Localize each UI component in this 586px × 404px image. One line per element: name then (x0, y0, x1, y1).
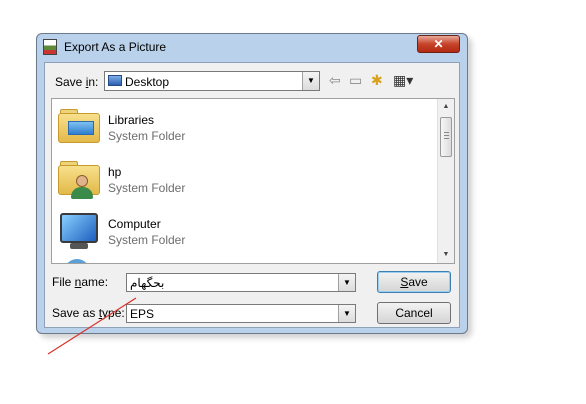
save-as-type-value: EPS (130, 307, 155, 321)
save-in-label: Save in: (55, 75, 99, 89)
list-item[interactable]: Computer System Folder (56, 207, 436, 259)
app-icon (43, 39, 57, 55)
dialog-body: Save in: Desktop ▼ ⇦ ▭ ✱ ▦▾ Libraries Sy… (44, 62, 460, 328)
file-name-value: بحگهام (130, 276, 165, 290)
scroll-up-icon[interactable]: ▲ (438, 99, 454, 115)
cancel-button[interactable]: Cancel (377, 302, 451, 324)
item-name: Libraries (108, 113, 155, 127)
title-bar[interactable]: Export As a Picture ✕ (37, 34, 467, 61)
chevron-down-icon[interactable]: ▼ (302, 72, 319, 90)
save-in-dropdown[interactable]: Desktop ▼ (104, 71, 320, 91)
chevron-down-icon[interactable]: ▼ (338, 305, 355, 322)
chevron-down-icon[interactable]: ▼ (338, 274, 355, 291)
window-title: Export As a Picture (64, 40, 167, 54)
item-type: System Folder (108, 129, 186, 143)
item-name: hp (108, 165, 122, 179)
close-button[interactable]: ✕ (417, 35, 460, 53)
desktop-icon (108, 75, 122, 86)
libraries-icon (56, 107, 102, 147)
list-item[interactable]: hp System Folder (56, 155, 436, 207)
save-button[interactable]: Save (377, 271, 451, 293)
item-type: System Folder (108, 181, 186, 195)
file-list[interactable]: Libraries System Folder hp System Folder… (51, 98, 455, 264)
views-menu-icon[interactable]: ▦▾ (393, 72, 413, 88)
save-in-value: Desktop (125, 75, 170, 89)
back-arrow-icon[interactable]: ⇦ (329, 72, 341, 88)
list-item[interactable]: Libraries System Folder (56, 103, 436, 155)
up-folder-icon[interactable]: ▭ (349, 72, 362, 88)
scroll-down-icon[interactable]: ▼ (438, 247, 454, 263)
vertical-scrollbar[interactable]: ▲ ▼ (437, 99, 454, 263)
network-icon (64, 259, 90, 263)
user-folder-icon (56, 159, 102, 199)
computer-icon (56, 211, 102, 251)
file-name-field[interactable]: بحگهام ▼ (126, 273, 356, 292)
item-name: Computer (108, 217, 161, 231)
save-as-type-label: Save as type: (52, 306, 125, 320)
scroll-thumb[interactable] (440, 117, 452, 157)
partial-item (56, 257, 436, 263)
save-as-type-dropdown[interactable]: EPS ▼ (126, 304, 356, 323)
item-type: System Folder (108, 233, 186, 247)
export-dialog: Export As a Picture ✕ Save in: Desktop ▼… (36, 33, 468, 334)
file-name-label: File name: (52, 275, 109, 289)
new-folder-icon[interactable]: ✱ (371, 72, 383, 88)
